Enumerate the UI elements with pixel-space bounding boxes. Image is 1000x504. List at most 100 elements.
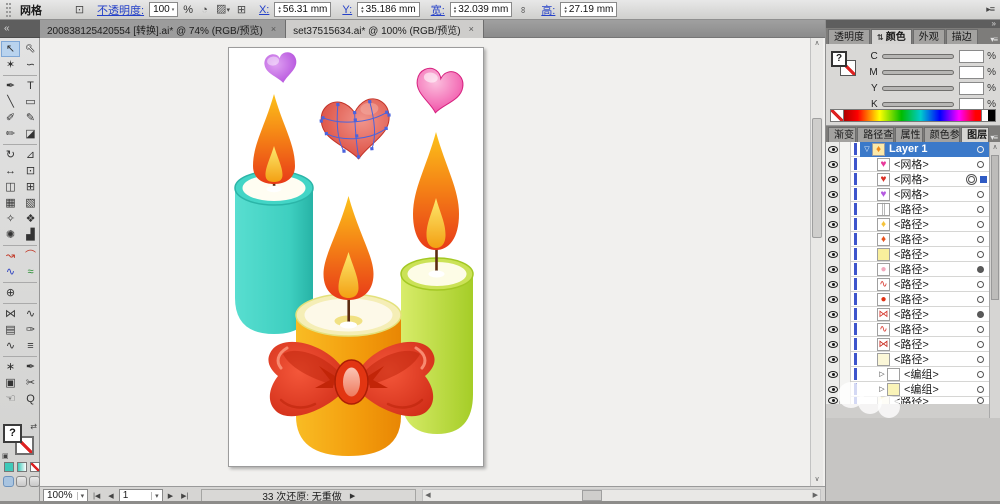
visibility-eye-icon[interactable]	[826, 202, 840, 217]
layer-thumbnail[interactable]: ∿	[877, 278, 890, 291]
perspective-grid-tool[interactable]: ⊞	[21, 179, 40, 195]
tools-dock-header[interactable]: «	[0, 20, 40, 38]
fill-swatch[interactable]: ?	[3, 424, 22, 443]
visibility-eye-icon[interactable]	[826, 367, 840, 382]
canvas-area[interactable]: ∧ ∨	[40, 38, 825, 486]
color-button[interactable]	[4, 462, 14, 472]
panel-tab-4[interactable]: 描边	[946, 29, 978, 44]
panel-grip[interactable]	[6, 3, 11, 17]
squiggle-tool[interactable]: ∿	[1, 338, 20, 354]
visibility-eye-icon[interactable]	[826, 337, 840, 352]
object-row[interactable]: ∿<路径>	[826, 322, 989, 337]
horizontal-scrollbar-thumb[interactable]	[582, 490, 602, 501]
expand-triangle-icon[interactable]: ▷	[877, 370, 887, 378]
panel-tab-2[interactable]: 路径查	[857, 127, 893, 142]
lock-toggle[interactable]	[840, 352, 851, 367]
none-swatch[interactable]	[831, 110, 844, 121]
target-circle[interactable]	[977, 266, 984, 273]
grid-swatch-tool[interactable]: ▤	[1, 322, 20, 338]
target-circle[interactable]	[977, 221, 984, 228]
object-row[interactable]: ║<路径>	[826, 202, 989, 217]
mesh-points-icon[interactable]: ⊞	[235, 3, 248, 17]
vertical-scrollbar-thumb[interactable]	[812, 118, 822, 238]
layer-thumbnail[interactable]: ♦	[877, 233, 890, 246]
type-tool[interactable]: T	[21, 78, 40, 94]
recolor-artwork-icon[interactable]: ◔	[198, 3, 211, 17]
object-row[interactable]: <路径>	[826, 247, 989, 262]
scale-tool[interactable]: ⊿	[21, 147, 40, 163]
panel-tab-1[interactable]: 透明度	[828, 29, 870, 44]
measure-tool[interactable]: ∗	[1, 359, 20, 375]
spectrum-ramp[interactable]	[844, 110, 981, 121]
target-circle[interactable]	[977, 236, 984, 243]
artwork-candles[interactable]	[229, 48, 485, 468]
default-fill-stroke-icon[interactable]: ▣	[2, 452, 9, 460]
purple-heart[interactable]	[263, 51, 299, 85]
close-tab-icon[interactable]: ×	[269, 23, 278, 35]
eraser-tool[interactable]: ◪	[21, 126, 40, 142]
yellow-value-field[interactable]	[959, 82, 984, 95]
layer-thumbnail[interactable]: ∿	[877, 323, 890, 336]
lasso-tool[interactable]: ∽	[21, 57, 40, 73]
visibility-eye-icon[interactable]	[826, 157, 840, 172]
layer-label[interactable]: <网格>	[894, 171, 929, 187]
next-artboard-button[interactable]: ▶	[165, 492, 176, 500]
magenta-slider[interactable]	[882, 70, 954, 75]
target-circle[interactable]	[977, 296, 984, 303]
layer-thumbnail[interactable]: ⋈	[877, 338, 890, 351]
opacity-field[interactable]: 100 ▾	[149, 2, 178, 17]
expand-triangle-icon[interactable]: ▷	[877, 385, 887, 393]
pattern-icon[interactable]: ▨▾	[216, 2, 230, 18]
white-swatch[interactable]	[981, 110, 988, 121]
flag-warp-tool[interactable]: ∿	[21, 306, 40, 322]
layer-label[interactable]: <路径>	[894, 231, 929, 247]
hand-tool[interactable]: ☜	[1, 391, 20, 407]
layer-thumbnail[interactable]: ●	[877, 263, 890, 276]
object-row[interactable]: ●<路径>	[826, 262, 989, 277]
mesh-heart-selected[interactable]	[318, 97, 394, 162]
full-screen-menu-mode-button[interactable]	[16, 476, 27, 487]
layer-label[interactable]: <路径>	[894, 216, 929, 232]
opacity-label[interactable]: 不透明度:	[97, 2, 144, 18]
layer-label[interactable]: <编组>	[904, 381, 939, 397]
panel-tab-5[interactable]: 图层	[961, 127, 989, 142]
layer-thumbnail[interactable]	[877, 248, 890, 261]
pen-tool[interactable]: ✒	[1, 78, 20, 94]
align-lines-icon[interactable]: ≡	[21, 338, 40, 354]
shape-builder-tool[interactable]: ◫	[1, 179, 20, 195]
blue-zigzag-tool-icon[interactable]: ∿	[1, 264, 20, 280]
first-artboard-button[interactable]: |◀	[90, 492, 103, 500]
visibility-eye-icon[interactable]	[826, 307, 840, 322]
wave-lines-tool-icon[interactable]: ≈	[21, 264, 40, 280]
scroll-left-arrow[interactable]: ◀	[425, 490, 430, 501]
lock-toggle[interactable]	[840, 172, 851, 187]
right-flame[interactable]	[413, 132, 459, 278]
document-tab[interactable]: 200838125420554 [转换].ai* @ 74% (RGB/预览) …	[40, 20, 286, 38]
cyan-value-field[interactable]	[959, 50, 984, 63]
visibility-eye-icon[interactable]	[826, 187, 840, 202]
yellow-slider[interactable]	[882, 86, 954, 91]
object-row[interactable]: <路径>	[826, 352, 989, 367]
magic-wand-tool[interactable]: ✶	[1, 57, 20, 73]
pink-heart[interactable]	[413, 67, 465, 117]
lock-toggle[interactable]	[840, 277, 851, 292]
swap-fill-stroke-icon[interactable]: ⇄	[30, 422, 37, 431]
target-circle[interactable]	[977, 397, 984, 404]
mesh-tool[interactable]: ▦	[1, 195, 20, 211]
dock-header[interactable]: »	[826, 20, 1000, 28]
rotate-tool[interactable]: ↻	[1, 147, 20, 163]
lock-toggle[interactable]	[840, 217, 851, 232]
height-field[interactable]: ▴▾ 27.19 mm	[560, 2, 617, 17]
visibility-eye-icon[interactable]	[826, 172, 840, 187]
left-flame[interactable]	[253, 94, 295, 192]
layer-thumbnail[interactable]: ♥	[877, 188, 890, 201]
envelope-distort-tool[interactable]: ⋈	[1, 306, 20, 322]
ink-pen-tool[interactable]: ✒	[21, 359, 40, 375]
object-row[interactable]: ♦<路径>	[826, 217, 989, 232]
gradient-button[interactable]	[17, 462, 27, 472]
object-row[interactable]: ♥<网格>	[826, 157, 989, 172]
layer-label[interactable]: <网格>	[894, 186, 929, 202]
layer-label[interactable]: <编组>	[904, 366, 939, 382]
layer-thumbnail[interactable]: ♥	[877, 173, 890, 186]
height-label[interactable]: 高:	[541, 2, 555, 18]
